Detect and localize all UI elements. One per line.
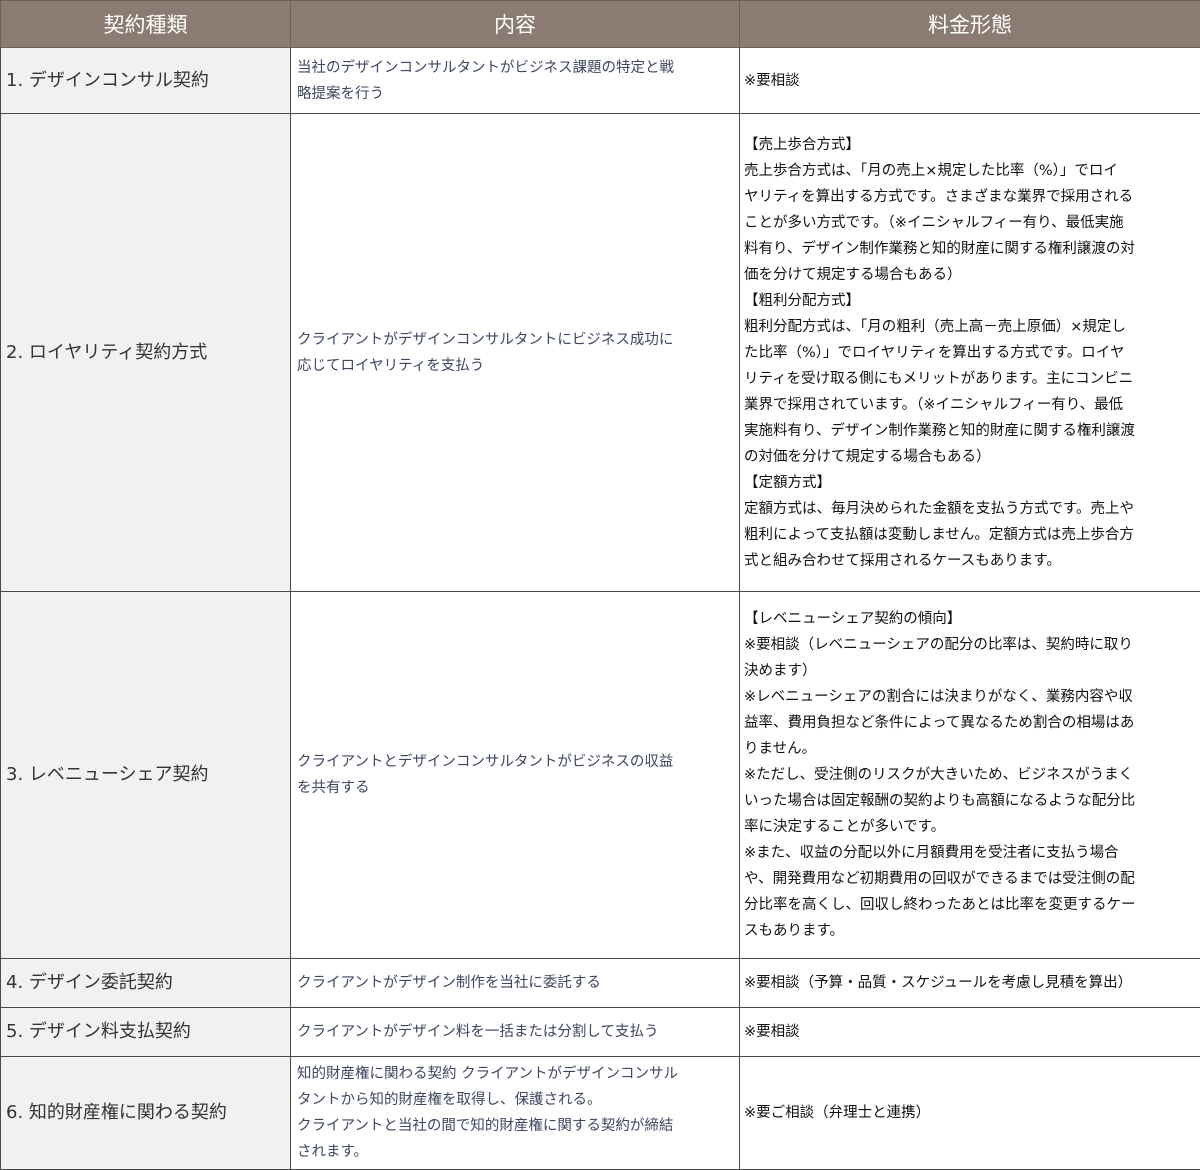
fee-cell: 【売上歩合方式】 売上歩合方式は、「月の売上×規定した比率（%）」でロイ ヤリテ…	[739, 113, 1200, 592]
contract-type-cell: 6. 知的財産権に関わる契約	[0, 1055, 291, 1170]
fee-cell: ※要相談（予算・品質・スケジュールを考慮し見積を算出）	[739, 957, 1200, 1008]
contract-type-cell: 5. デザイン料支払契約	[0, 1006, 291, 1057]
header-content: 内容	[290, 0, 740, 48]
fee-cell: 【レベニューシェア契約の傾向】 ※要相談（レベニューシェアの配分の比率は、契約時…	[739, 590, 1200, 959]
contract-type-cell: 1. デザインコンサル契約	[0, 46, 291, 115]
table-row: 2. ロイヤリティ契約方式 クライアントがデザインコンサルタントにビジネス成功に…	[0, 113, 1200, 592]
header-row: 契約種類 内容 料金形態	[0, 0, 1200, 48]
header-contract-type: 契約種類	[0, 0, 291, 48]
contract-table: 契約種類 内容 料金形態 1. デザインコンサル契約 当社のデザインコンサルタン…	[0, 0, 1200, 1170]
content-cell: 当社のデザインコンサルタントがビジネス課題の特定と戦 略提案を行う	[290, 46, 740, 115]
content-cell: 知的財産権に関わる契約 クライアントがデザインコンサル タントから知的財産権を取…	[290, 1055, 740, 1170]
table-row: 1. デザインコンサル契約 当社のデザインコンサルタントがビジネス課題の特定と戦…	[0, 46, 1200, 115]
fee-cell: ※要相談	[739, 1006, 1200, 1057]
table-row: 4. デザイン委託契約 クライアントがデザイン制作を当社に委託する ※要相談（予…	[0, 957, 1200, 1008]
content-cell: クライアントがデザインコンサルタントにビジネス成功に 応じてロイヤリティを支払う	[290, 113, 740, 592]
contract-type-cell: 2. ロイヤリティ契約方式	[0, 113, 291, 592]
table-row: 3. レベニューシェア契約 クライアントとデザインコンサルタントがビジネスの収益…	[0, 590, 1200, 959]
contract-table-document: 契約種類 内容 料金形態 1. デザインコンサル契約 当社のデザインコンサルタン…	[0, 0, 1200, 1170]
contract-type-cell: 3. レベニューシェア契約	[0, 590, 291, 959]
fee-cell: ※要相談	[739, 46, 1200, 115]
content-cell: クライアントがデザイン料を一括または分割して支払う	[290, 1006, 740, 1057]
contract-type-cell: 4. デザイン委託契約	[0, 957, 291, 1008]
header-fee-structure: 料金形態	[739, 0, 1200, 48]
table-row: 6. 知的財産権に関わる契約 知的財産権に関わる契約 クライアントがデザインコン…	[0, 1055, 1200, 1170]
table-row: 5. デザイン料支払契約 クライアントがデザイン料を一括または分割して支払う ※…	[0, 1006, 1200, 1057]
content-cell: クライアントとデザインコンサルタントがビジネスの収益 を共有する	[290, 590, 740, 959]
content-cell: クライアントがデザイン制作を当社に委託する	[290, 957, 740, 1008]
fee-cell: ※要ご相談（弁理士と連携）	[739, 1055, 1200, 1170]
